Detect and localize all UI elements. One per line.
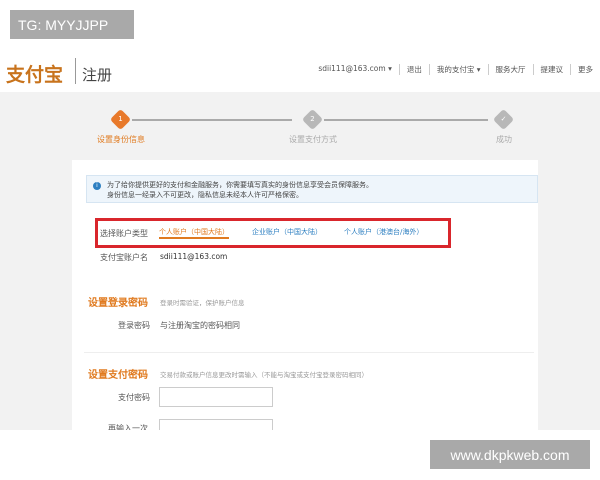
account-type-personal[interactable]: 个人账户（中国大陆） — [159, 227, 229, 239]
account-type-label: 选择账户类型 — [100, 229, 148, 238]
login-password-label: 登录密码 — [118, 321, 150, 330]
step-connector — [324, 119, 488, 121]
nav-account[interactable]: sdii111@163.com ▾ — [311, 64, 400, 75]
nav-my-alipay[interactable]: 我的支付宝 ▾ — [430, 64, 489, 75]
account-name-value: sdii111@163.com — [160, 252, 228, 261]
pay-password-label: 支付密码 — [118, 393, 150, 402]
account-type-overseas[interactable]: 个人账户（港澳台/海外） — [344, 227, 423, 237]
step-success-icon: ✓ — [492, 108, 515, 131]
info-icon: i — [93, 182, 101, 190]
header: 支付宝 注册 sdii111@163.com ▾ 退出 我的支付宝 ▾ 服务大厅… — [0, 52, 600, 92]
step-3-label: 成功 — [496, 135, 512, 144]
nav-logout[interactable]: 退出 — [400, 64, 430, 75]
pay-password-title: 设置支付密码 — [88, 370, 148, 381]
divider — [84, 352, 534, 353]
login-password-hint: 登录时需验证，保护账户信息 — [160, 299, 245, 307]
step-2-label: 设置支付方式 — [289, 135, 337, 144]
step-2-icon: 2 — [301, 108, 324, 131]
step-1-icon: 1 — [109, 108, 132, 131]
pay-password-hint: 交易付款或账户信息更改时需输入（不能与淘宝或支付宝登录密码相同） — [160, 371, 368, 379]
step-1-label: 设置身份信息 — [97, 135, 145, 144]
info-notice: i 为了给你提供更好的支付和金融服务，你需要填写真实的身份信息享受会员保障服务。… — [86, 175, 538, 203]
watermark: www.dkpkweb.com — [430, 440, 590, 469]
pay-password-input[interactable] — [159, 387, 273, 407]
login-password-title: 设置登录密码 — [88, 298, 148, 309]
progress-steps: 1 2 ✓ 设置身份信息 设置支付方式 成功 — [0, 108, 600, 150]
form-panel: i 为了给你提供更好的支付和金融服务，你需要填写真实的身份信息享受会员保障服务。… — [72, 160, 538, 439]
page-title: 注册 — [82, 66, 113, 84]
step-connector — [132, 119, 292, 121]
info-line-1: 为了给你提供更好的支付和金融服务，你需要填写真实的身份信息享受会员保障服务。 — [107, 181, 373, 189]
nav-feedback[interactable]: 提建议 — [534, 64, 571, 75]
account-type-business[interactable]: 企业账户（中国大陆） — [252, 227, 322, 237]
divider — [75, 58, 76, 84]
nav-service[interactable]: 服务大厅 — [489, 64, 534, 75]
top-nav: sdii111@163.com ▾ 退出 我的支付宝 ▾ 服务大厅 提建议 更多 — [311, 64, 600, 75]
nav-more[interactable]: 更多 — [571, 64, 600, 75]
alipay-logo[interactable]: 支付宝 — [6, 60, 63, 87]
account-name-label: 支付宝账户名 — [100, 253, 148, 262]
overlay-tag: TG: MYYJJPP — [10, 10, 134, 39]
info-line-2: 身份信息一经录入不可更改，隐私信息未经本人许可严格保密。 — [107, 191, 303, 199]
login-password-value: 与注册淘宝的密码相同 — [160, 321, 240, 330]
